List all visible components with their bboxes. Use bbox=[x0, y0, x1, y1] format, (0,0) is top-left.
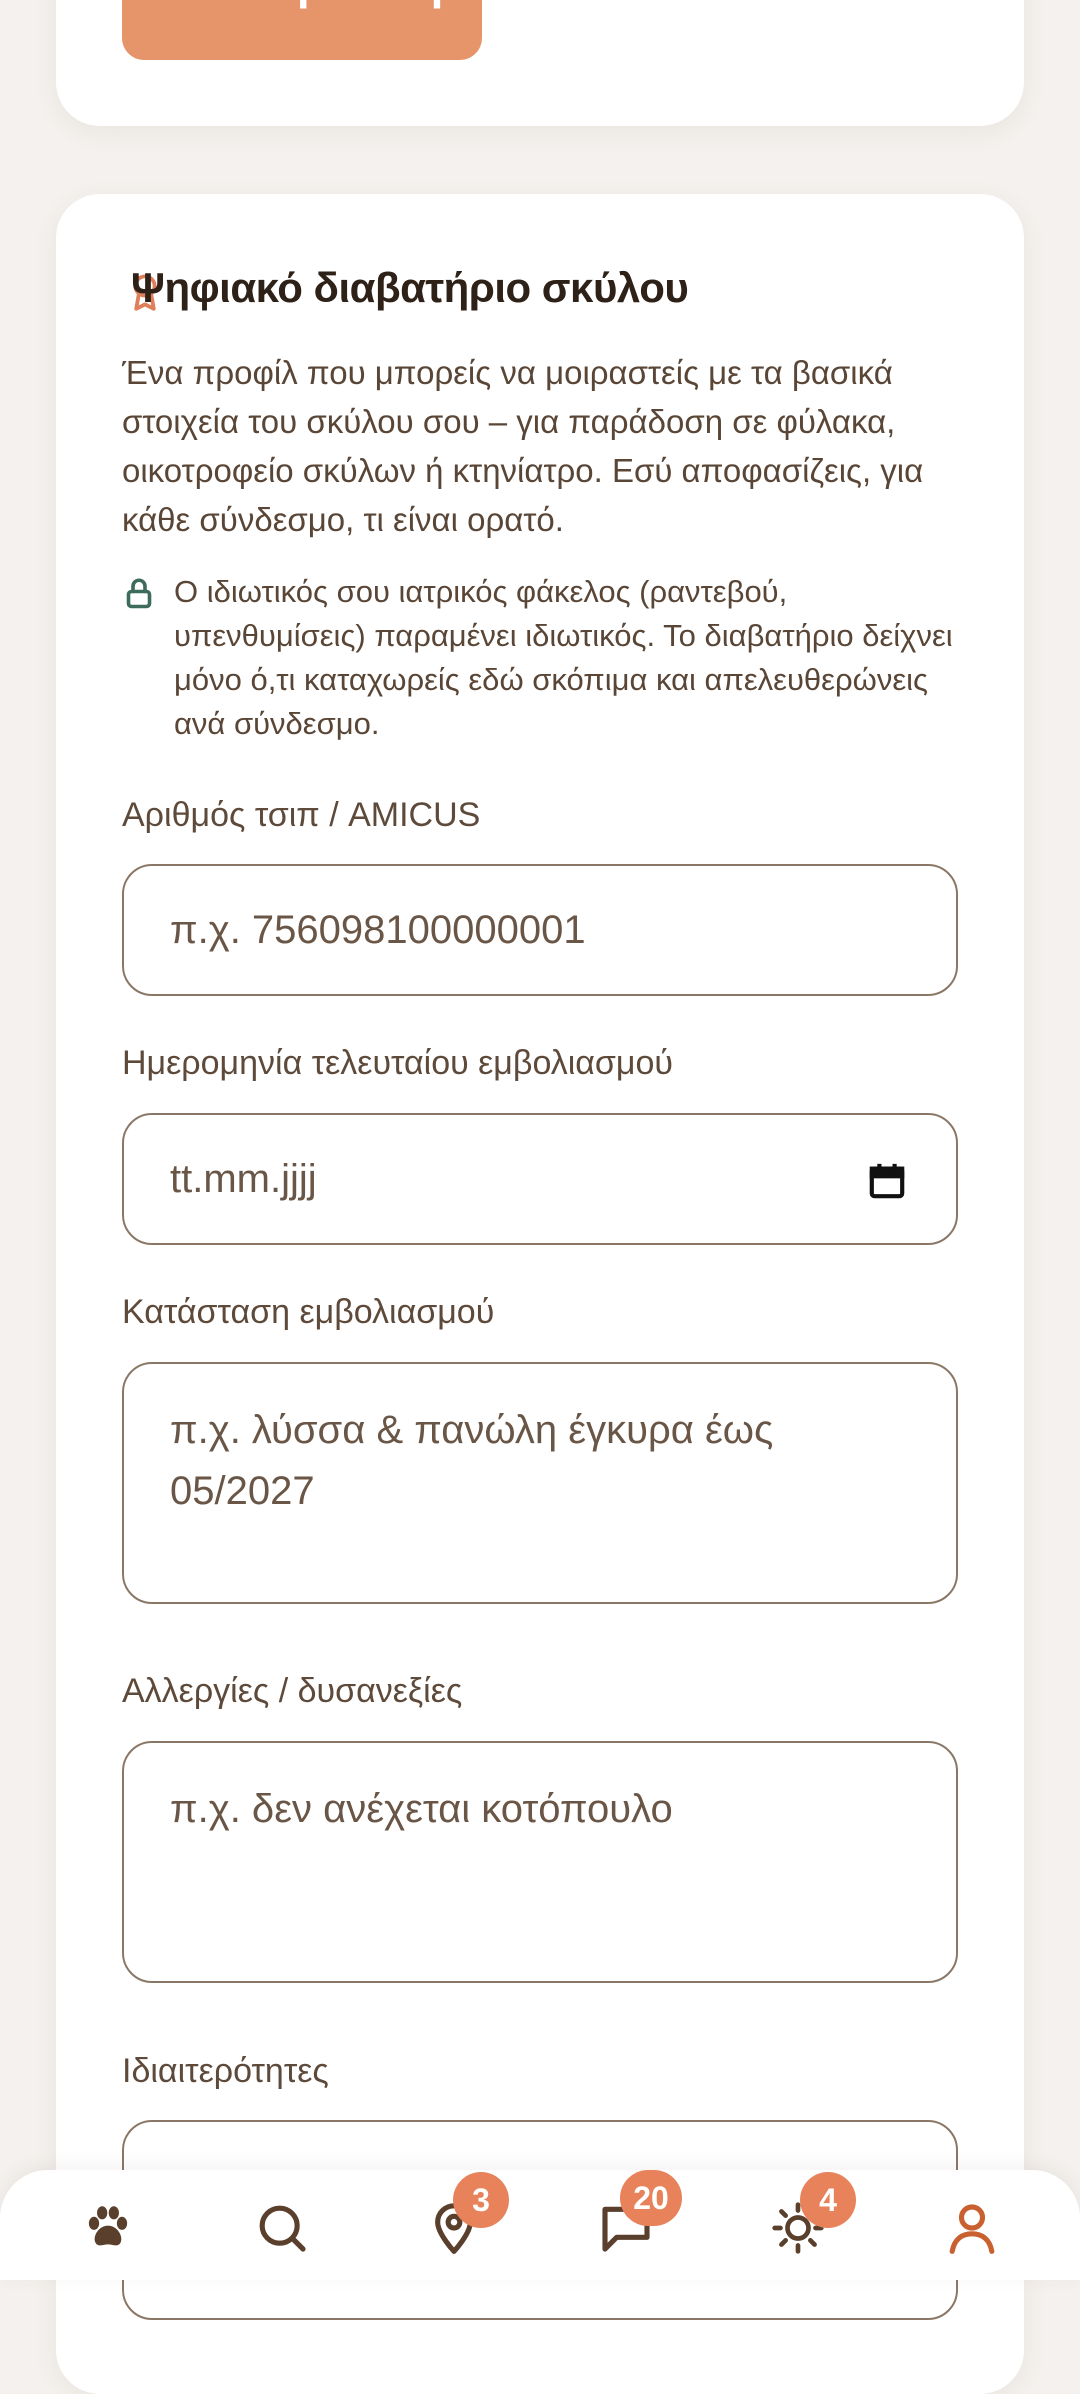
passport-intro: Ένα προφίλ που μπορείς να μοιραστείς με … bbox=[122, 354, 924, 538]
lock-icon bbox=[126, 578, 152, 609]
allergies-placeholder: π.χ. δεν ανέχεται κοτόπουλο bbox=[170, 1787, 673, 1831]
vaccination-date-input[interactable]: tt.mm.jjjj bbox=[122, 1113, 958, 1245]
vaccination-date-label: Ημερομηνία τελευταίου εμβολιασμού bbox=[122, 1044, 674, 1082]
sun-badge: 4 bbox=[800, 2172, 856, 2228]
bottom-nav: 3 20 4 bbox=[0, 2170, 1080, 2280]
allergies-textarea[interactable]: π.χ. δεν ανέχεται κοτόπουλο bbox=[122, 1741, 958, 1983]
paw-icon bbox=[88, 2206, 128, 2246]
save-button[interactable]: Αποθήκευση bbox=[122, 0, 482, 60]
search-icon bbox=[259, 2205, 306, 2252]
privacy-note: Ο ιδιωτικός σου ιατρικός φάκελος (ραντεβ… bbox=[174, 574, 953, 741]
user-icon bbox=[949, 2204, 995, 2254]
nav-paw[interactable] bbox=[80, 2200, 140, 2260]
allergies-label: Αλλεργίες / δυσανεξίες bbox=[122, 1672, 463, 1710]
calendar-icon[interactable] bbox=[868, 1161, 906, 1201]
chip-placeholder: π.χ. 756098100000001 bbox=[170, 907, 586, 952]
chat-badge: 20 bbox=[620, 2170, 682, 2226]
vaccination-status-textarea[interactable]: π.χ. λύσσα & πανώλη έγκυρα έως 05/2027 bbox=[122, 1362, 958, 1604]
map-badge: 3 bbox=[453, 2172, 509, 2228]
vaccination-status-placeholder: π.χ. λύσσα & πανώλη έγκυρα έως 05/2027 bbox=[170, 1408, 774, 1513]
nav-profile[interactable] bbox=[944, 2200, 1004, 2260]
passport-title: Ψηφιακό διαβατήριο σκύλου bbox=[131, 264, 689, 311]
specifics-label: Ιδιαιτερότητες bbox=[122, 2052, 329, 2090]
chip-input[interactable]: π.χ. 756098100000001 bbox=[122, 864, 958, 996]
vaccination-status-label: Κατάσταση εμβολιασμού bbox=[122, 1293, 495, 1331]
chip-label: Αριθμός τσιπ / AMICUS bbox=[122, 796, 481, 834]
nav-search[interactable] bbox=[254, 2200, 314, 2260]
top-card: Αποθήκευση bbox=[56, 0, 1024, 126]
date-placeholder: tt.mm.jjjj bbox=[170, 1156, 317, 1201]
